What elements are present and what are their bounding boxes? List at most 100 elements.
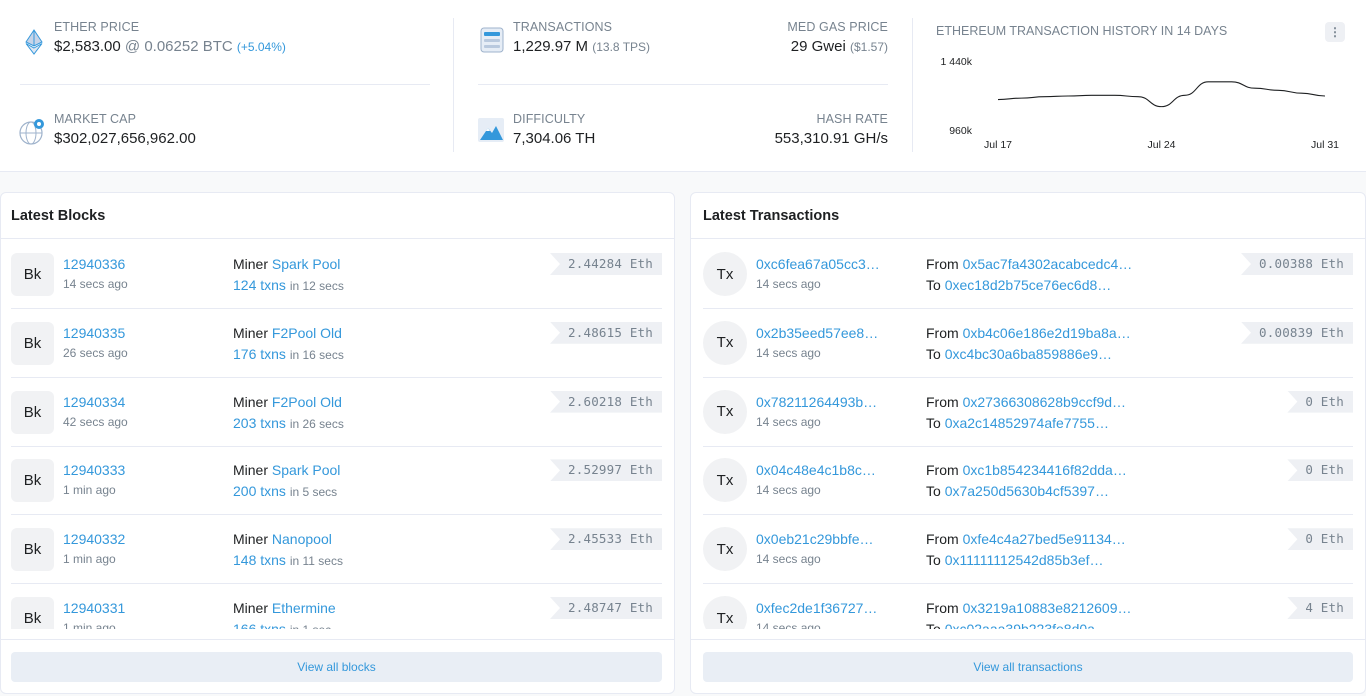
block-info: 12940332 1 min ago <box>63 531 125 566</box>
transaction-hash-link[interactable]: 0x2b35eed57ee8… <box>756 325 878 341</box>
from-address-link[interactable]: 0xb4c06e186e2d19ba8a… <box>963 325 1131 341</box>
transaction-addresses: From 0x5ac7fa4302acabcedc4… To 0xec18d2b7… <box>926 254 1132 296</box>
block-badge: Bk <box>11 253 54 296</box>
block-number-link[interactable]: 12940334 <box>63 394 125 410</box>
latest-blocks-title: Latest Blocks <box>1 193 674 239</box>
from-label: From <box>926 256 959 272</box>
txns-link[interactable]: 124 txns <box>233 277 286 293</box>
block-reward: 2.44284 Eth <box>550 253 662 275</box>
to-label: To <box>926 621 941 629</box>
from-address-link[interactable]: 0xc1b854234416f82dda… <box>963 462 1127 478</box>
transaction-row: Tx 0x0eb21c29bbfe… 14 secs ago From 0xfe4c4… <box>703 515 1353 585</box>
ether-price-stat: Ether Price $2,583.00 @ 0.06252 BTC (+5.… <box>54 20 286 55</box>
block-reward: 2.48615 Eth <box>550 321 662 344</box>
txns-link[interactable]: 176 txns <box>233 346 286 362</box>
to-address-link[interactable]: 0xa2c14852974afe7755… <box>945 415 1109 431</box>
divider <box>1 639 674 640</box>
x-tick-label: Jul 24 <box>1147 139 1175 151</box>
transaction-badge: Tx <box>703 320 747 365</box>
block-miner-info: Miner F2Pool Old 176 txns in 16 secs <box>233 323 344 366</box>
transaction-hash-link[interactable]: 0xc6fea67a05cc3… <box>756 256 880 272</box>
to-line: To 0x7a250d5630b4cf5397… <box>926 481 1127 502</box>
txns-link[interactable]: 200 txns <box>233 483 286 499</box>
hash-rate-label: Hash Rate <box>816 112 888 126</box>
stats-panel: Ether Price $2,583.00 @ 0.06252 BTC (+5.… <box>0 0 1366 172</box>
transaction-hash-link[interactable]: 0xfec2de1f36727… <box>756 600 877 616</box>
transaction-badge: Tx <box>703 458 747 503</box>
view-all-blocks-button[interactable]: View all blocks <box>11 652 662 682</box>
miner-link[interactable]: Spark Pool <box>272 462 340 478</box>
txns-link[interactable]: 203 txns <box>233 415 286 431</box>
transaction-hash-link[interactable]: 0x78211264493b… <box>756 394 877 410</box>
med-gas-label: Med Gas Price <box>787 20 888 34</box>
view-all-transactions-button[interactable]: View all transactions <box>703 652 1353 682</box>
market-cap-value: $302,027,656,962.00 <box>54 130 196 147</box>
txns-time: in 11 secs <box>289 554 343 569</box>
txns-time: in 1 sec <box>290 623 331 629</box>
transaction-row: Tx 0xfec2de1f36727… 14 secs ago From 0x3219… <box>703 584 1353 629</box>
from-address-link[interactable]: 0xfe4c4a27bed5e91134… <box>963 531 1126 547</box>
block-number-link[interactable]: 12940332 <box>63 531 125 547</box>
block-row: Bk 12940331 1 min ago Miner Ethermine 166 tx… <box>11 584 662 629</box>
block-row: Bk 12940336 14 secs ago Miner Spark Pool 124… <box>11 240 662 309</box>
txns-link[interactable]: 166 txns <box>233 621 286 629</box>
to-address-link[interactable]: 0xec18d2b75ce76ec6d8… <box>945 277 1112 293</box>
to-label: To <box>926 552 941 569</box>
block-row: Bk 12940335 26 secs ago Miner F2Pool Old 176… <box>11 309 662 378</box>
server-icon <box>480 27 504 53</box>
txns-time: in 12 secs <box>289 279 344 293</box>
to-address-link[interactable]: 0xc02aaa39b223fe8d0a… <box>945 621 1109 629</box>
to-address-link[interactable]: 0xc4bc30a6ba859886e9… <box>945 346 1112 362</box>
from-address-link[interactable]: 0x27366308628b9ccf9d… <box>963 394 1126 410</box>
hash-rate-stat: Hash Rate 553,310.91 GH/s <box>775 112 888 147</box>
from-address-link[interactable]: 0x5ac7fa4302acabcedc4… <box>963 256 1133 272</box>
miner-label: Miner <box>233 531 269 548</box>
med-gas-stat: Med Gas Price 29 Gwei ($1.57) <box>787 20 888 55</box>
transaction-age: 14 secs ago <box>756 277 821 291</box>
block-number-link[interactable]: 12940331 <box>63 600 125 616</box>
miner-link[interactable]: Nanopool <box>272 531 332 547</box>
block-number-link[interactable]: 12940335 <box>63 325 125 341</box>
miner-link[interactable]: Spark Pool <box>272 256 340 272</box>
block-badge: Bk <box>11 321 54 365</box>
difficulty-label: Difficulty <box>513 112 586 126</box>
transaction-value: 0.00388 Eth <box>1241 253 1353 275</box>
block-reward: 2.45533 Eth <box>550 528 662 551</box>
transaction-addresses: From 0xc1b854234416f82dda… To 0x7a250d563… <box>926 460 1127 502</box>
block-number-link[interactable]: 12940336 <box>63 256 125 272</box>
more-vertical-icon[interactable]: ⋮ <box>1325 22 1345 42</box>
transaction-row: Tx 0x78211264493b… 14 secs ago From 0x27366… <box>703 378 1353 447</box>
to-line: To 0x11111112542d85b3ef… <box>926 550 1126 571</box>
miner-link[interactable]: F2Pool Old <box>272 325 342 341</box>
transaction-hash-link[interactable]: 0x0eb21c29bbfe… <box>756 531 874 547</box>
miner-link[interactable]: Ethermine <box>272 600 336 616</box>
transaction-hash-link[interactable]: 0x04c48e4c1b8c… <box>756 462 876 478</box>
transaction-badge: Tx <box>703 389 747 434</box>
to-address-link[interactable]: 0x11111112542d85b3ef… <box>945 552 1104 568</box>
transaction-history-chart: 1 440k 960k Jul 17 Jul 24 Jul 31 <box>940 56 1339 151</box>
transaction-age: 14 secs ago <box>756 621 821 629</box>
txns-time: in 5 secs <box>289 485 338 500</box>
txns-link[interactable]: 148 txns <box>233 552 286 568</box>
block-number-link[interactable]: 12940333 <box>63 462 125 478</box>
ether-price-usd: $2,583.00 <box>54 38 121 55</box>
to-label: To <box>926 483 941 500</box>
block-info: 12940334 42 secs ago <box>63 394 128 429</box>
block-age: 26 secs ago <box>63 345 128 360</box>
from-address-link[interactable]: 0x3219a10883e8212609… <box>963 600 1132 616</box>
hash-rate-value: 553,310.91 GH/s <box>774 130 888 147</box>
block-miner-info: Miner Spark Pool 200 txns in 5 secs <box>233 460 340 503</box>
to-address-link[interactable]: 0x7a250d5630b4cf5397… <box>945 483 1109 499</box>
block-age: 14 secs ago <box>63 277 128 291</box>
miner-line: Miner Spark Pool <box>233 460 340 481</box>
to-line: To 0xec18d2b75ce76ec6d8… <box>926 275 1132 296</box>
miner-line: Miner F2Pool Old <box>233 392 344 413</box>
block-miner-info: Miner Ethermine166 txns in 1 sec <box>233 598 336 629</box>
transactions-value: 1,229.97 M <box>513 38 589 55</box>
miner-link[interactable]: F2Pool Old <box>272 394 342 410</box>
ether-price-change: (+5.04%) <box>236 40 286 54</box>
transaction-row: Tx 0x04c48e4c1b8c… 14 secs ago From 0xc1b85… <box>703 446 1353 516</box>
miner-label: Miner <box>233 393 269 410</box>
transactions-stat: Transactions 1,229.97 M (13.8 TPS) <box>513 20 650 55</box>
txns-line: 124 txns in 12 secs <box>233 275 344 297</box>
